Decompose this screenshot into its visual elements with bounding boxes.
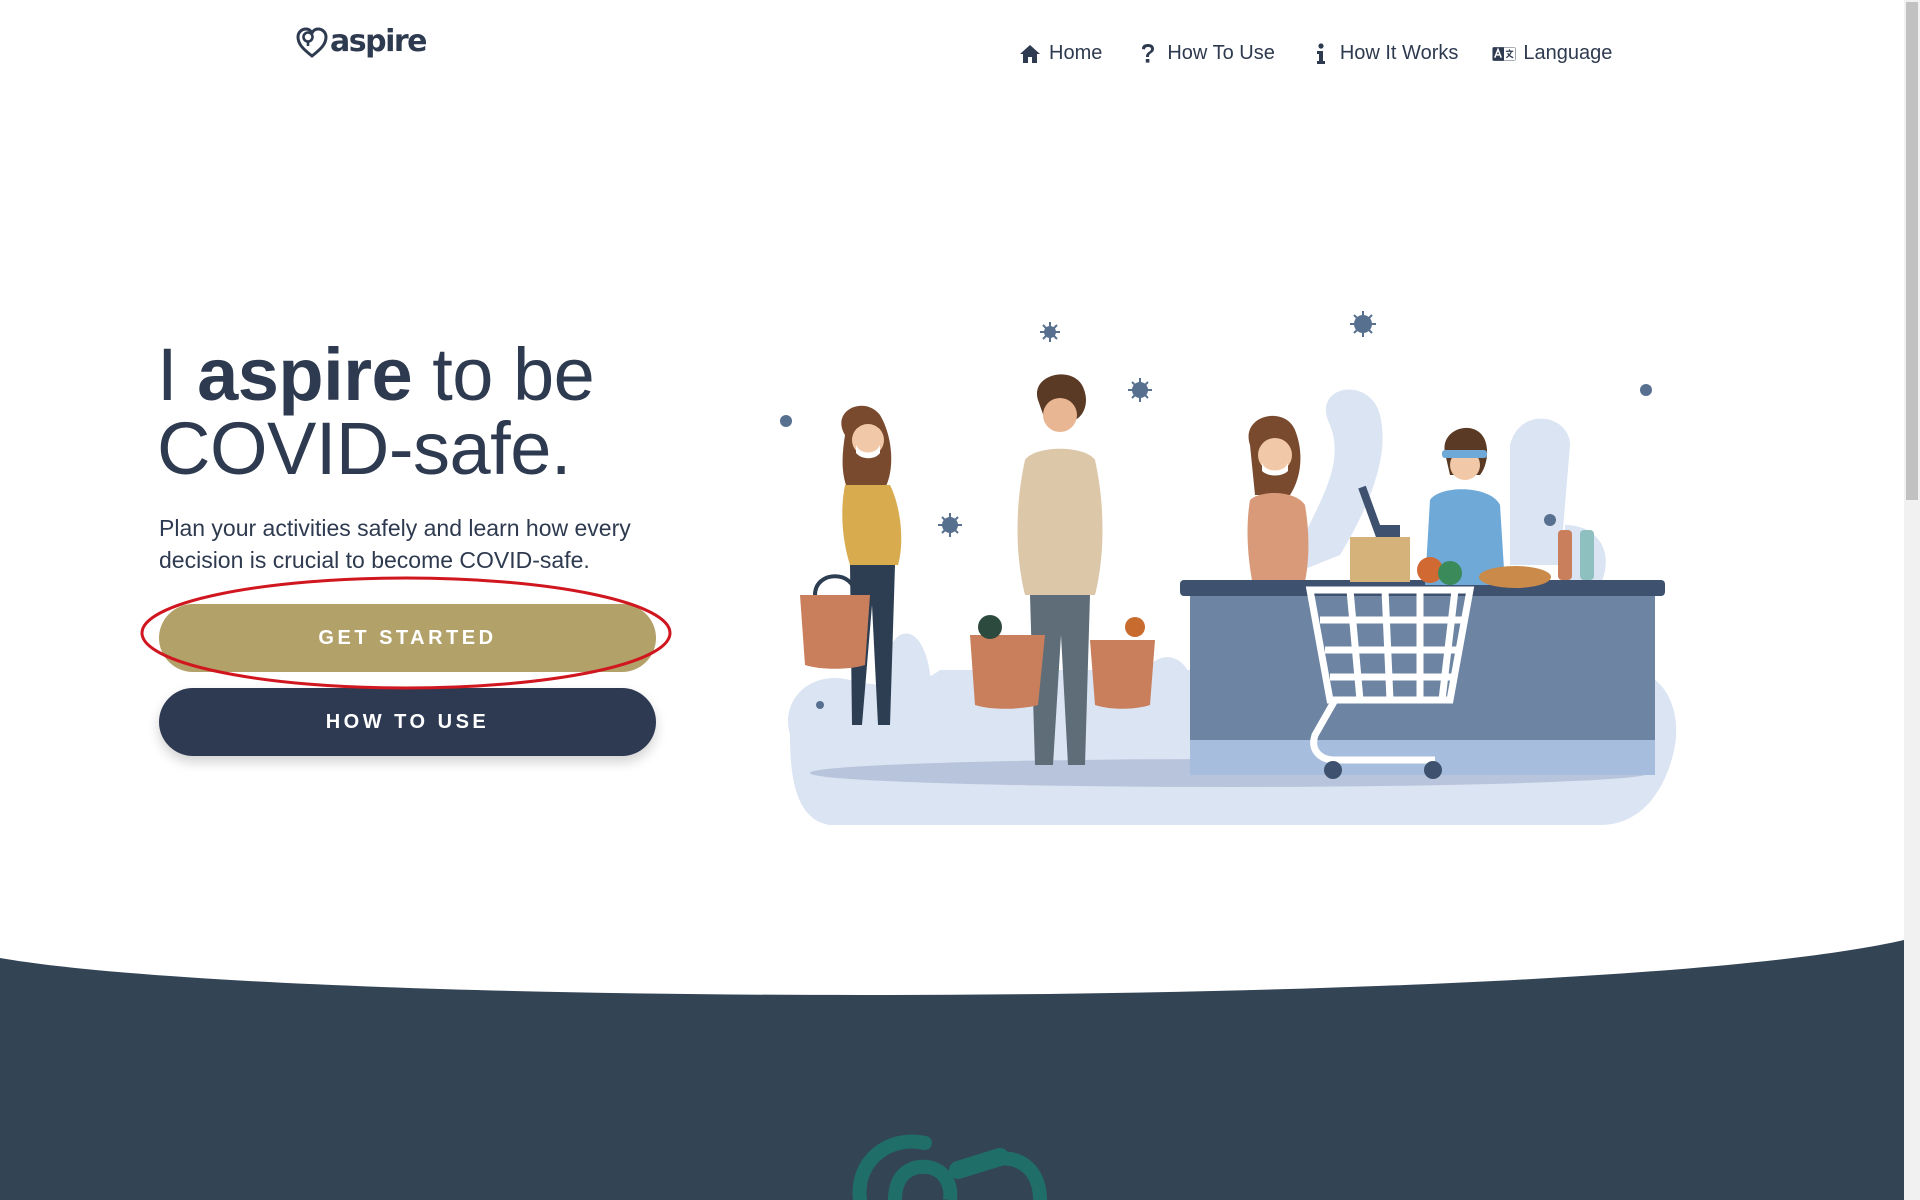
brand-name: aspire <box>330 24 428 59</box>
bottom-logo-graphic <box>852 1134 1047 1200</box>
get-started-button[interactable]: GET STARTED <box>159 604 656 672</box>
shopping-illustration <box>780 311 1677 825</box>
language-icon <box>1492 43 1516 65</box>
nav-how-to-use-label: How To Use <box>1167 42 1275 64</box>
nav-language-label: Language <box>1523 42 1613 64</box>
nav-home[interactable]: Home <box>1018 42 1102 65</box>
hero-title-prefix: I <box>157 333 198 416</box>
nav-home-label: Home <box>1049 42 1103 64</box>
question-icon <box>1136 43 1160 65</box>
nav-how-it-works-label: How It Works <box>1339 42 1459 64</box>
hero-title-bold: aspire <box>197 333 413 416</box>
how-to-use-button[interactable]: HOW TO USE <box>159 688 656 756</box>
nav-language[interactable]: Language <box>1492 42 1612 65</box>
nav-how-to-use[interactable]: How To Use <box>1136 42 1275 65</box>
nav-how-it-works[interactable]: How It Works <box>1309 42 1459 65</box>
hero-title: I aspire to be COVID-safe. <box>157 338 595 486</box>
brand-logo[interactable]: aspire <box>295 24 428 59</box>
hero-title-line2: COVID-safe. <box>157 407 571 490</box>
heart-pin-icon <box>296 26 328 58</box>
page: aspire Home How To Use How It Works Lang… <box>0 0 1920 1200</box>
home-icon <box>1018 43 1042 65</box>
page-scrollbar[interactable] <box>1904 0 1920 1200</box>
main-nav: Home How To Use How It Works Language <box>1018 42 1612 65</box>
info-icon <box>1309 42 1333 65</box>
scrollbar-thumb[interactable] <box>1906 2 1918 500</box>
hero-title-suffix: to be <box>412 333 595 416</box>
hero-subtitle: Plan your activities safely and learn ho… <box>159 515 631 573</box>
